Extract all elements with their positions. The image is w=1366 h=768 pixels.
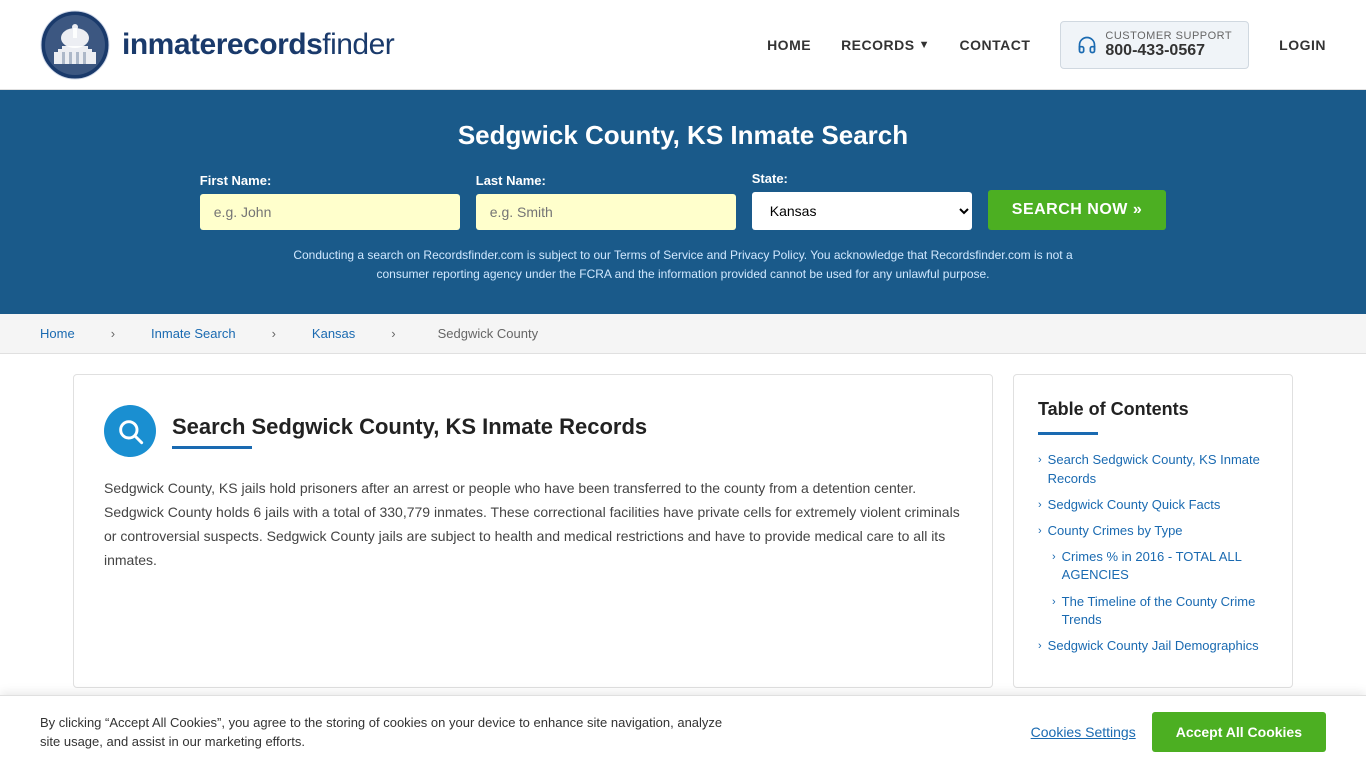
toc-chevron: › xyxy=(1038,453,1042,468)
toc-link-text: The Timeline of the County Crime Trends xyxy=(1062,593,1268,629)
toc-chevron: › xyxy=(1052,550,1056,565)
state-label: State: xyxy=(752,171,788,186)
nav-login[interactable]: LOGIN xyxy=(1279,37,1326,53)
toc-item: › Search Sedgwick County, KS Inmate Recor… xyxy=(1038,451,1268,487)
toc-link-text: Crimes % in 2016 - TOTAL ALL AGENCIES xyxy=(1062,548,1268,584)
cookie-actions: Cookies Settings Accept All Cookies xyxy=(1031,712,1326,752)
nav-home[interactable]: HOME xyxy=(767,37,811,53)
logo-icon xyxy=(40,10,110,80)
toc-link-text: County Crimes by Type xyxy=(1048,522,1183,540)
search-banner: Sedgwick County, KS Inmate Search First … xyxy=(0,90,1366,314)
cookie-banner: By clicking “Accept All Cookies”, you ag… xyxy=(0,695,1366,768)
breadcrumb-kansas[interactable]: Kansas xyxy=(312,326,355,341)
toc-chevron: › xyxy=(1038,524,1042,539)
search-form: First Name: Last Name: State: AlabamaAla… xyxy=(183,171,1183,230)
toc-chevron: › xyxy=(1038,498,1042,513)
breadcrumb-sep-1: › xyxy=(111,326,115,341)
toc-link[interactable]: › Crimes % in 2016 - TOTAL ALL AGENCIES xyxy=(1052,548,1268,584)
toc-item: › Crimes % in 2016 - TOTAL ALL AGENCIES xyxy=(1052,548,1268,584)
accept-cookies-button[interactable]: Accept All Cookies xyxy=(1152,712,1326,752)
records-chevron: ▼ xyxy=(919,39,930,51)
article-header: Search Sedgwick County, KS Inmate Record… xyxy=(104,405,962,457)
support-number: 800-433-0567 xyxy=(1105,42,1232,60)
main-article: Search Sedgwick County, KS Inmate Record… xyxy=(73,374,993,688)
nav-records[interactable]: RECORDS xyxy=(841,37,915,53)
site-header: inmaterecordsfinder HOME RECORDS ▼ CONTA… xyxy=(0,0,1366,90)
breadcrumb: Home › Inmate Search › Kansas › Sedgwick… xyxy=(0,314,1366,354)
toc-link[interactable]: › Search Sedgwick County, KS Inmate Recor… xyxy=(1038,451,1268,487)
main-content: Search Sedgwick County, KS Inmate Record… xyxy=(43,374,1323,688)
toc-link[interactable]: › The Timeline of the County Crime Trends xyxy=(1052,593,1268,629)
state-select[interactable]: AlabamaAlaskaArizonaArkansasCaliforniaCo… xyxy=(752,192,972,230)
toc-item: › Sedgwick County Quick Facts xyxy=(1038,496,1268,514)
breadcrumb-sep-3: › xyxy=(391,326,395,341)
last-name-label: Last Name: xyxy=(476,173,546,188)
breadcrumb-current: Sedgwick County xyxy=(438,326,538,341)
logo[interactable]: inmaterecordsfinder xyxy=(40,10,394,80)
cookies-settings-button[interactable]: Cookies Settings xyxy=(1031,724,1136,740)
toc-link-text: Sedgwick County Jail Demographics xyxy=(1048,637,1259,655)
toc-link[interactable]: › Sedgwick County Jail Demographics xyxy=(1038,637,1268,655)
disclaimer-text: Conducting a search on Recordsfinder.com… xyxy=(283,246,1083,284)
toc-list: › Search Sedgwick County, KS Inmate Recor… xyxy=(1038,451,1268,655)
toc-item: › Sedgwick County Jail Demographics xyxy=(1038,637,1268,655)
toc-link-text: Sedgwick County Quick Facts xyxy=(1048,496,1221,514)
banner-title: Sedgwick County, KS Inmate Search xyxy=(40,120,1326,151)
logo-text: inmaterecordsfinder xyxy=(122,28,394,62)
last-name-group: Last Name: xyxy=(476,173,736,230)
toc-title: Table of Contents xyxy=(1038,399,1268,420)
title-underline xyxy=(172,446,252,449)
first-name-input[interactable] xyxy=(200,194,460,230)
first-name-group: First Name: xyxy=(200,173,460,230)
toc-chevron: › xyxy=(1052,595,1056,610)
support-info: CUSTOMER SUPPORT 800-433-0567 xyxy=(1105,30,1232,60)
nav-contact[interactable]: CONTACT xyxy=(959,37,1030,53)
customer-support-box: CUSTOMER SUPPORT 800-433-0567 xyxy=(1060,21,1249,69)
breadcrumb-inmate-search[interactable]: Inmate Search xyxy=(151,326,236,341)
table-of-contents: Table of Contents › Search Sedgwick Count… xyxy=(1013,374,1293,688)
article-body: Sedgwick County, KS jails hold prisoners… xyxy=(104,477,962,572)
toc-link[interactable]: › County Crimes by Type xyxy=(1038,522,1268,540)
nav-records-container: RECORDS ▼ xyxy=(841,37,929,53)
toc-item: › County Crimes by Type xyxy=(1038,522,1268,540)
toc-chevron: › xyxy=(1038,639,1042,654)
search-icon xyxy=(116,417,144,445)
article-title-block: Search Sedgwick County, KS Inmate Record… xyxy=(172,414,647,449)
cookie-text: By clicking “Accept All Cookies”, you ag… xyxy=(40,713,740,752)
toc-item: › The Timeline of the County Crime Trends xyxy=(1052,593,1268,629)
breadcrumb-sep-2: › xyxy=(272,326,276,341)
last-name-input[interactable] xyxy=(476,194,736,230)
breadcrumb-home[interactable]: Home xyxy=(40,326,75,341)
toc-link-text: Search Sedgwick County, KS Inmate Record… xyxy=(1048,451,1268,487)
state-group: State: AlabamaAlaskaArizonaArkansasCalif… xyxy=(752,171,972,230)
support-label: CUSTOMER SUPPORT xyxy=(1105,30,1232,42)
search-button[interactable]: SEARCH NOW » xyxy=(988,190,1166,230)
first-name-label: First Name: xyxy=(200,173,272,188)
toc-divider xyxy=(1038,432,1098,435)
headset-icon xyxy=(1077,35,1097,55)
article-search-icon xyxy=(104,405,156,457)
main-nav: HOME RECORDS ▼ CONTACT CUSTOMER SUPPORT … xyxy=(767,21,1326,69)
article-title: Search Sedgwick County, KS Inmate Record… xyxy=(172,414,647,440)
toc-link[interactable]: › Sedgwick County Quick Facts xyxy=(1038,496,1268,514)
